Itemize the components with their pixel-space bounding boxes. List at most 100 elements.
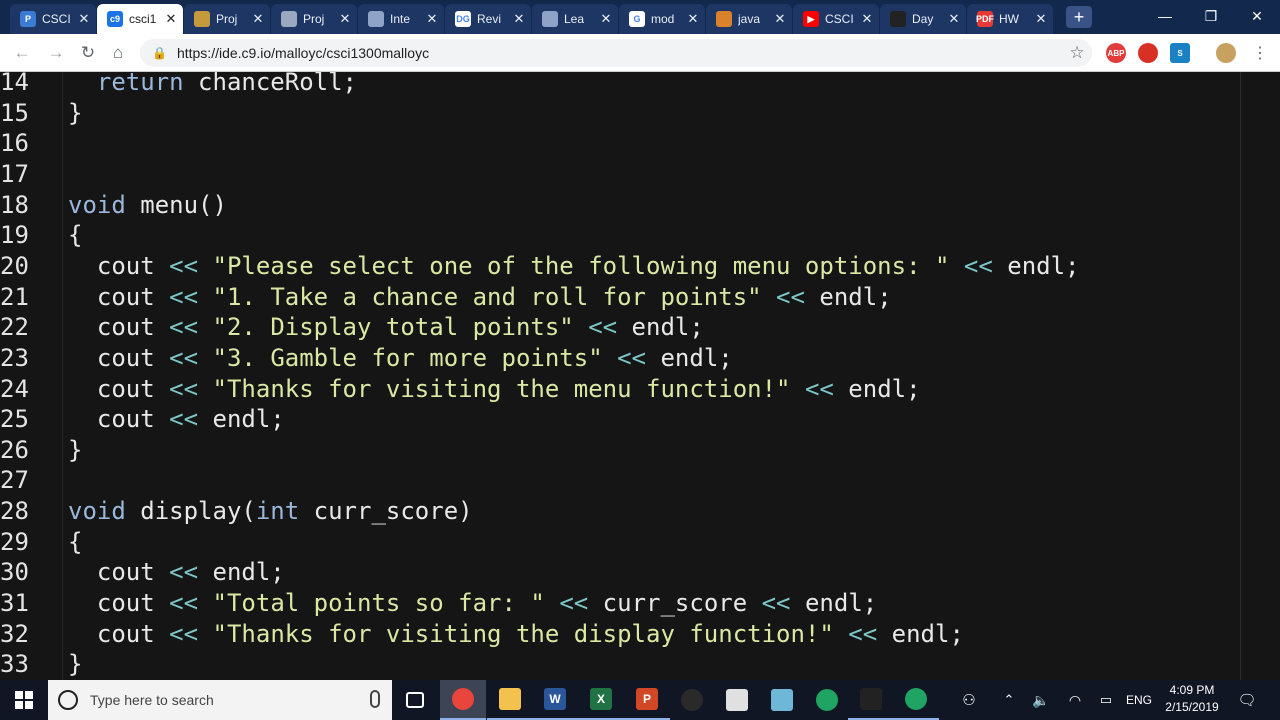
tab-close-icon[interactable]: ✕ <box>76 11 92 27</box>
terminal-icon <box>860 688 882 710</box>
browser-tab[interactable]: Day ✕ <box>880 4 966 34</box>
wifi-icon[interactable]: ◠ <box>1064 680 1086 720</box>
code-line[interactable]: 27 <box>0 465 1240 496</box>
code-line[interactable]: 32 cout << "Thanks for visiting the disp… <box>0 619 1240 650</box>
back-arrow-icon[interactable]: ← <box>10 42 34 64</box>
taskbar-chrome[interactable] <box>440 680 486 720</box>
new-tab-button[interactable]: + <box>1066 6 1092 28</box>
browser-tab[interactable]: java ✕ <box>706 4 792 34</box>
tab-close-icon[interactable]: ✕ <box>337 11 353 27</box>
code-line[interactable]: 23 cout << "3. Gamble for more points" <… <box>0 343 1240 374</box>
tab-close-icon[interactable]: ✕ <box>859 11 875 27</box>
tab-title: Proj <box>216 12 238 26</box>
task-view-icon <box>406 692 424 708</box>
code-line[interactable]: 29 { <box>0 527 1240 558</box>
code-line[interactable]: 19 { <box>0 220 1240 251</box>
input-language[interactable]: ENG <box>1124 680 1154 720</box>
tab-close-icon[interactable]: ✕ <box>1033 11 1049 27</box>
browser-tab[interactable]: ▶ CSCI ✕ <box>793 4 879 34</box>
minimize-window-button[interactable]: — <box>1142 0 1188 32</box>
code-line[interactable]: 20 cout << "Please select one of the fol… <box>0 251 1240 282</box>
taskbar-calculator[interactable] <box>714 680 760 720</box>
tab-close-icon[interactable]: ✕ <box>424 11 440 27</box>
browser-tab[interactable]: Lea ✕ <box>532 4 618 34</box>
code-token: << <box>169 589 199 618</box>
code-line[interactable]: 16 <box>0 128 1240 159</box>
code-token: return chanceRoll; <box>68 72 357 96</box>
code-line[interactable]: 31 cout << "Total points so far: " << cu… <box>0 588 1240 619</box>
code-line[interactable]: 33} <box>0 649 1240 680</box>
browser-tab[interactable]: Proj ✕ <box>271 4 357 34</box>
tab-favicon-icon <box>194 11 210 27</box>
browser-tab[interactable]: DG Revi ✕ <box>445 4 531 34</box>
line-number: 22 <box>0 313 29 342</box>
code-line[interactable]: 26} <box>0 435 1240 466</box>
tab-close-icon[interactable]: ✕ <box>598 11 614 27</box>
code-text: cout << "1. Take a chance and roll for p… <box>68 282 892 313</box>
taskbar-green-app-1[interactable] <box>804 680 850 720</box>
code-line[interactable]: 21 cout << "1. Take a chance and roll fo… <box>0 282 1240 313</box>
forward-arrow-icon[interactable]: → <box>44 42 68 64</box>
tab-close-icon[interactable]: ✕ <box>946 11 962 27</box>
address-bar[interactable]: 🔒 https://ide.c9.io/malloyc/csci1300mall… <box>140 39 1092 67</box>
system-clock[interactable]: 4:09 PM 2/15/2019 <box>1152 682 1232 718</box>
tab-close-icon[interactable]: ✕ <box>511 11 527 27</box>
taskbar-search[interactable]: Type here to search <box>48 680 392 720</box>
reload-icon[interactable]: ↻ <box>76 42 100 64</box>
code-token: << <box>559 589 589 618</box>
browser-tab[interactable]: PDF HW ✕ <box>967 4 1053 34</box>
adblock-plus-icon[interactable]: ABP <box>1106 43 1126 63</box>
tab-close-icon[interactable]: ✕ <box>685 11 701 27</box>
taskbar-excel[interactable]: X <box>578 680 624 720</box>
show-hidden-icons-icon[interactable]: ⌃ <box>998 680 1020 720</box>
taskbar-green-app-2[interactable] <box>893 680 939 720</box>
taskbar-task-view[interactable] <box>392 680 438 720</box>
code-line[interactable]: 17 <box>0 159 1240 190</box>
tab-close-icon[interactable]: ✕ <box>163 11 179 27</box>
browser-tab[interactable]: Proj ✕ <box>184 4 270 34</box>
people-icon[interactable]: ⚇ <box>956 680 982 720</box>
code-token: "Thanks for visiting the menu function!" <box>212 374 791 403</box>
chrome-menu-icon[interactable]: ⋮ <box>1252 42 1268 64</box>
browser-tab[interactable]: Gmod ✕ <box>619 4 705 34</box>
home-icon[interactable]: ⌂ <box>106 42 130 64</box>
taskbar-obs[interactable] <box>669 680 715 720</box>
tab-close-icon[interactable]: ✕ <box>772 11 788 27</box>
code-line[interactable]: 14 return chanceRoll; <box>0 72 1240 98</box>
red-extension-icon[interactable] <box>1138 43 1158 63</box>
bookmark-star-icon[interactable]: ☆ <box>1062 43 1092 63</box>
tab-title: java <box>738 12 761 26</box>
code-line[interactable]: 24 cout << "Thanks for visiting the menu… <box>0 374 1240 405</box>
browser-tab[interactable]: c9 csci1 ✕ <box>97 4 183 34</box>
volume-icon[interactable]: 🔈 <box>1030 680 1052 720</box>
skype-extension-icon[interactable]: S <box>1170 43 1190 63</box>
code-line[interactable]: 25 cout << endl; <box>0 404 1240 435</box>
code-line[interactable]: 22 cout << "2. Display total points" << … <box>0 312 1240 343</box>
action-center-icon[interactable]: 🗨 <box>1236 680 1258 720</box>
restore-window-button[interactable]: ❐ <box>1188 0 1234 32</box>
windows-logo-icon <box>15 691 33 709</box>
taskbar-powerpoint[interactable]: P <box>624 680 670 720</box>
code-token: cout <box>68 589 170 618</box>
taskbar-paint[interactable] <box>759 680 805 720</box>
microphone-icon[interactable] <box>370 690 380 708</box>
code-line[interactable]: 18 void menu() <box>0 190 1240 221</box>
code-line[interactable]: 15} <box>0 98 1240 129</box>
taskbar-word[interactable]: W <box>532 680 578 720</box>
browser-tab[interactable]: Inte ✕ <box>358 4 444 34</box>
start-button[interactable] <box>0 680 48 720</box>
code-editor[interactable]: 14 return chanceRoll; 15} 16 17 18 void menu(… <box>0 72 1280 680</box>
code-token: << <box>169 374 199 403</box>
taskbar-file-explorer[interactable] <box>487 680 533 720</box>
code-line[interactable]: 28 void display(int curr_score) <box>0 496 1240 527</box>
taskbar-terminal[interactable] <box>848 680 894 720</box>
address-url: https://ide.c9.io/malloyc/csci1300malloy… <box>176 45 430 61</box>
browser-tab[interactable]: P CSCI ✕ <box>10 4 96 34</box>
battery-icon[interactable]: ▭ <box>1094 680 1118 720</box>
code-line[interactable]: 30 cout << endl; <box>0 557 1240 588</box>
code-text: void menu() <box>68 190 227 221</box>
close-window-button[interactable]: ✕ <box>1234 0 1280 32</box>
profile-avatar[interactable] <box>1216 43 1236 63</box>
tab-favicon-icon: P <box>20 11 36 27</box>
tab-close-icon[interactable]: ✕ <box>250 11 266 27</box>
